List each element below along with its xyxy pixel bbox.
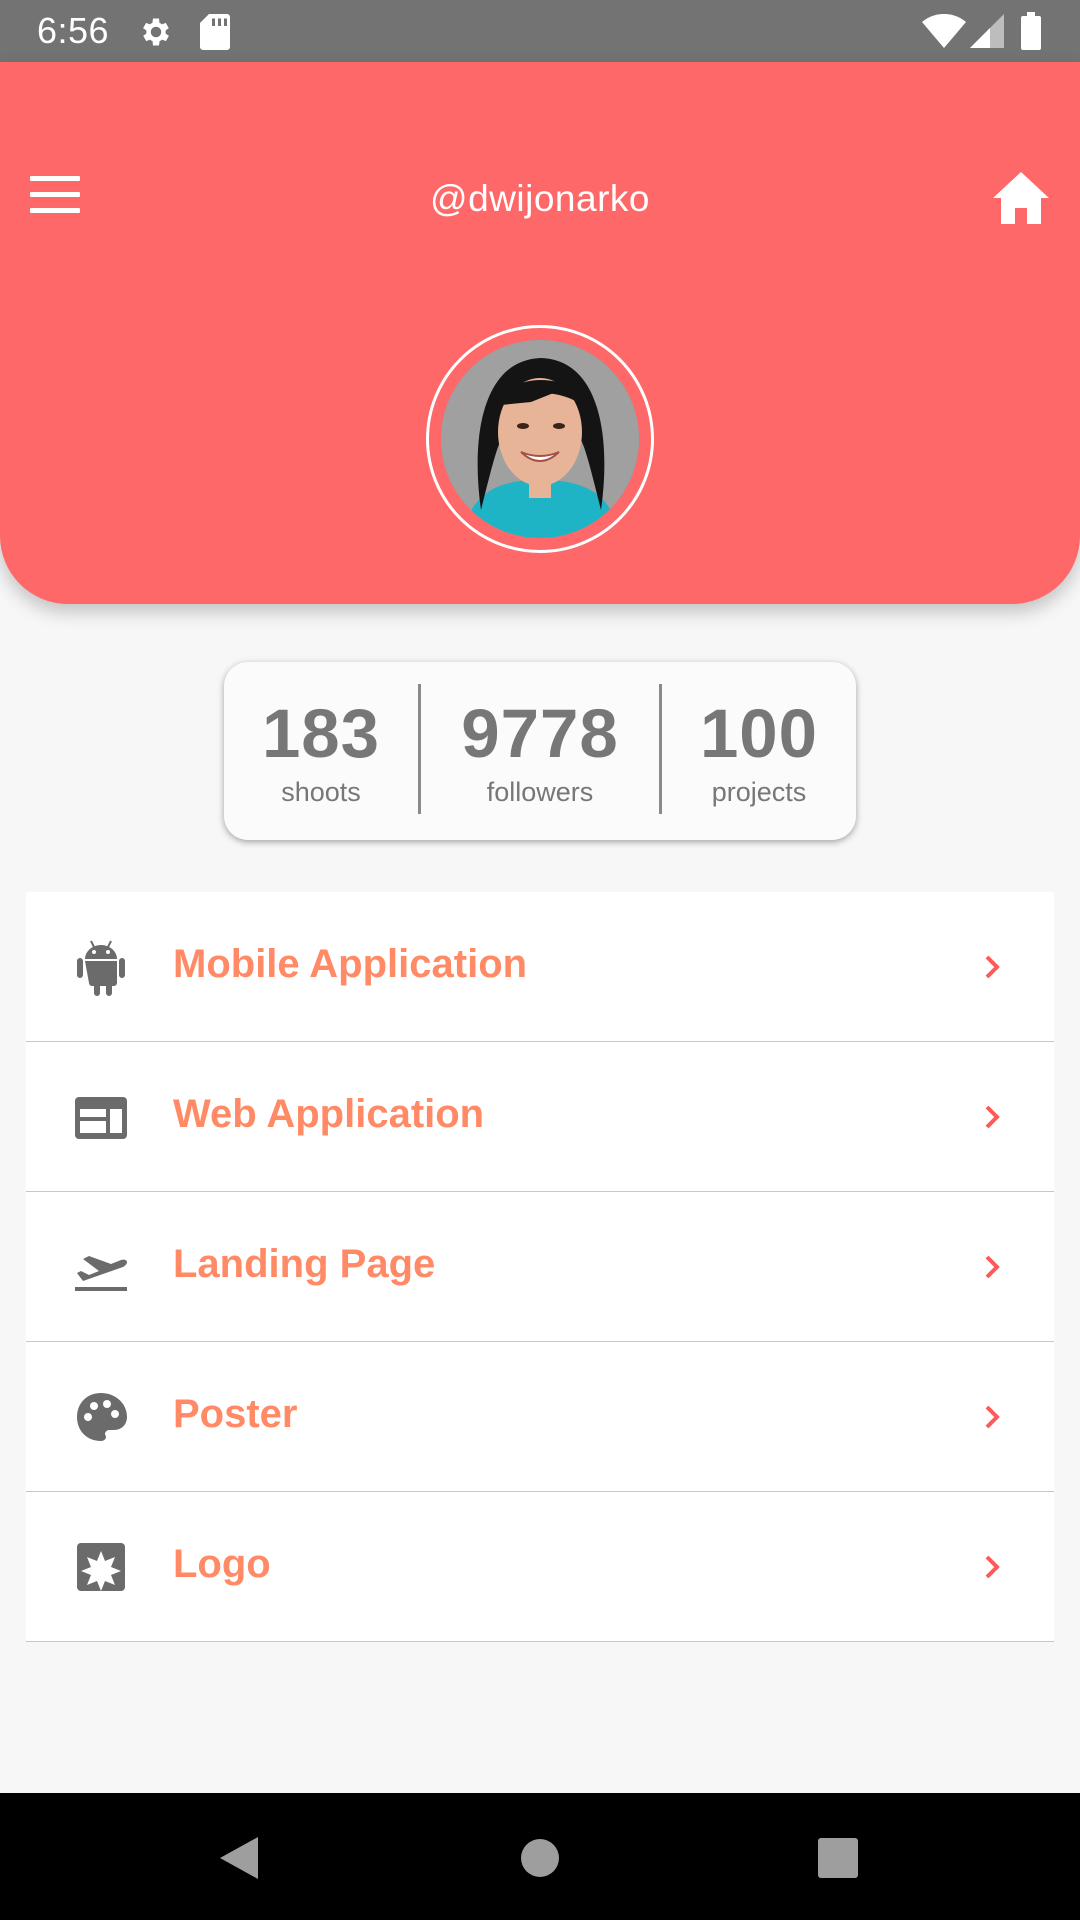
navigation-bar	[0, 1793, 1080, 1920]
palette-icon	[77, 1393, 127, 1441]
android-icon	[77, 940, 125, 996]
app-screen: 6:56 @dwijonarko 183 shoots 9778 followe…	[0, 0, 1080, 1920]
chevron-right-icon	[985, 1105, 1000, 1129]
list-item-label: Web Application	[173, 1092, 485, 1136]
stat-label: shoots	[281, 777, 361, 807]
list-item-landing-page[interactable]: Landing Page	[26, 1192, 1054, 1342]
stat-label: followers	[486, 777, 594, 807]
stat-value: 183	[261, 695, 381, 772]
chevron-right-icon	[985, 955, 1000, 979]
sd-card-icon	[200, 14, 230, 50]
list-item-label: Landing Page	[173, 1242, 436, 1286]
signal-icon	[970, 14, 1004, 48]
battery-icon	[1021, 12, 1041, 50]
chevron-right-icon	[985, 1405, 1000, 1429]
stat-value: 100	[699, 695, 819, 772]
username-title: @dwijonarko	[430, 178, 650, 219]
list-item-label: Logo	[173, 1542, 271, 1586]
list-item-label: Mobile Application	[173, 942, 528, 986]
list-item-web-application[interactable]: Web Application	[26, 1042, 1054, 1192]
home-circle-icon[interactable]	[505, 1823, 575, 1893]
stat-shoots[interactable]: 183 shoots	[224, 662, 418, 840]
gear-icon	[143, 18, 169, 46]
wifi-icon	[922, 14, 966, 48]
stat-value: 9778	[461, 695, 619, 772]
web-window-icon	[75, 1097, 127, 1139]
stat-label: projects	[711, 777, 807, 807]
back-icon[interactable]	[202, 1823, 272, 1893]
list-item-label: Poster	[173, 1392, 298, 1436]
logo-icon	[77, 1543, 125, 1591]
list-item-mobile-application[interactable]: Mobile Application	[26, 892, 1054, 1042]
status-bar: 6:56	[0, 0, 1080, 62]
chevron-right-icon	[985, 1255, 1000, 1279]
category-list: Mobile Application Web Application Landi…	[26, 892, 1054, 1642]
avatar[interactable]	[441, 340, 639, 538]
home-icon[interactable]	[993, 172, 1049, 224]
stats-card: 183 shoots 9778 followers 100 projects	[224, 662, 856, 840]
recents-icon[interactable]	[803, 1823, 873, 1893]
chevron-right-icon	[985, 1555, 1000, 1579]
stat-followers[interactable]: 9778 followers	[421, 662, 659, 840]
avatar-photo	[441, 340, 639, 538]
stat-projects[interactable]: 100 projects	[662, 662, 856, 840]
list-item-logo[interactable]: Logo	[26, 1492, 1054, 1642]
status-time: 6:56	[37, 10, 110, 51]
list-item-poster[interactable]: Poster	[26, 1342, 1054, 1492]
flight-takeoff-icon	[75, 1256, 127, 1291]
